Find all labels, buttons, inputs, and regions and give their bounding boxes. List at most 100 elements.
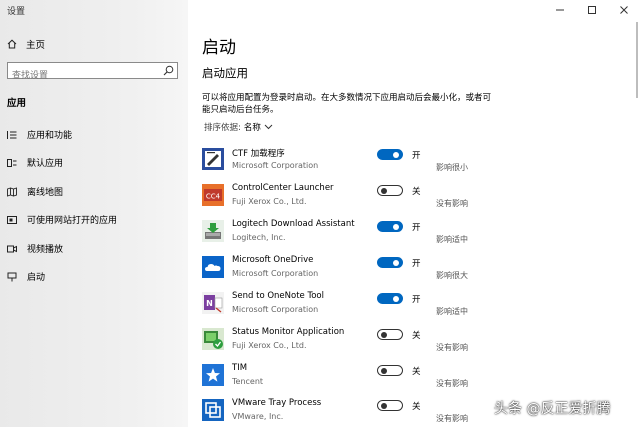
default-apps-icon [7,158,17,167]
section-label-apps: 应用 [7,98,27,109]
startup-toggle[interactable] [377,329,403,340]
app-row: CTF 加载程序 Microsoft Corporation 开 影响很小 [202,146,492,180]
chevron-down-icon [264,124,273,130]
toggle-knob [393,151,399,158]
sidebar-item-label: 启动 [27,273,46,283]
startup-impact: 影响很大 [436,271,468,280]
window-title: 设置 [7,7,26,17]
toggle-knob [393,295,399,302]
sort-label: 排序依据: [204,123,241,133]
toggle-state-label: 关 [412,402,421,412]
sidebar-item-label: 视频播放 [27,245,64,255]
window-controls [544,0,640,20]
sort-value: 名称 [243,123,261,133]
sidebar: 设置 主页 应用 应用和功能 默认应用 离线地图 可使用网站打开的应用 视频播放… [0,0,188,427]
minimize-button[interactable] [544,0,576,20]
app-row: VMware Tray Process VMware, Inc. 关 没有影响 [202,397,492,431]
app-row: Status Monitor Application Fuji Xerox Co… [202,326,492,360]
app-publisher: VMware, Inc. [232,412,284,421]
app-row: Logitech Download Assistant Logitech, In… [202,218,492,252]
sidebar-item-offline-maps[interactable]: 离线地图 [7,185,63,198]
onedrive-cloud-icon [202,256,224,278]
search-box[interactable] [7,62,178,84]
svg-text:CC4: CC4 [206,193,221,201]
svg-text:N: N [206,299,213,308]
apps-list-icon [7,130,17,139]
startup-impact: 没有影响 [436,379,468,388]
startup-toggle[interactable] [377,365,403,376]
startup-toggle[interactable] [377,185,403,196]
controlcenter-icon: CC4 [202,184,224,206]
close-button[interactable] [608,0,640,20]
startup-impact: 没有影响 [436,414,468,423]
startup-impact: 没有影响 [436,343,468,352]
sidebar-item-label: 离线地图 [27,188,64,198]
app-name: Microsoft OneDrive [232,255,314,265]
app-name: Status Monitor Application [232,327,345,337]
app-name: CTF 加载程序 [232,149,285,159]
toggle-state-label: 开 [412,295,421,305]
app-name: ControlCenter Launcher [232,183,334,193]
sidebar-item-label: 默认应用 [27,159,64,169]
startup-impact: 影响适中 [436,307,468,316]
app-row: Microsoft OneDrive Microsoft Corporation… [202,254,492,288]
app-publisher: Microsoft Corporation [232,269,319,278]
startup-impact: 影响很小 [436,163,468,172]
sort-dropdown[interactable]: 排序依据: 名称 [204,121,273,133]
sidebar-item-apps-features[interactable]: 应用和功能 [7,128,72,141]
app-name: VMware Tray Process [232,398,322,408]
startup-toggle[interactable] [377,400,403,411]
watermark: 头条 @反正爱折腾 [494,401,611,417]
app-name: Logitech Download Assistant [232,219,355,229]
app-publisher: Fuji Xerox Co., Ltd. [232,197,307,206]
sidebar-item-video-playback[interactable]: 视频播放 [7,242,63,255]
toggle-knob [381,187,387,194]
app-publisher: Fuji Xerox Co., Ltd. [232,341,307,350]
sidebar-item-label: 应用和功能 [27,131,73,141]
toggle-state-label: 关 [412,187,421,197]
app-name: TIM [232,363,248,373]
website-apps-icon [7,215,17,224]
scrollbar[interactable] [636,22,638,98]
ctf-loader-icon [202,148,224,170]
minimize-icon [556,9,564,11]
maximize-icon [588,6,596,14]
onenote-icon: N [202,292,224,314]
map-icon [7,186,17,197]
toggle-knob [381,331,387,338]
tim-star-icon [202,364,224,386]
sidebar-item-default-apps[interactable]: 默认应用 [7,156,63,169]
logitech-download-icon [202,220,224,242]
app-publisher: Microsoft Corporation [232,161,319,170]
sidebar-item-label: 可使用网站打开的应用 [27,216,118,226]
status-monitor-icon [202,328,224,350]
section-title: 启动应用 [202,66,248,80]
app-row: CC4 ControlCenter Launcher Fuji Xerox Co… [202,182,492,216]
app-publisher: Tencent [232,377,264,386]
startup-toggle[interactable] [377,257,403,268]
video-icon [7,245,17,252]
home-label: 主页 [26,40,46,51]
startup-impact: 没有影响 [436,199,468,208]
toggle-state-label: 开 [412,223,421,233]
maximize-button[interactable] [576,0,608,20]
home-icon [7,39,17,49]
toggle-knob [393,259,399,266]
startup-toggle[interactable] [377,149,403,160]
sidebar-item-startup[interactable]: 启动 [7,270,45,283]
app-row: N Send to OneNote Tool Microsoft Corpora… [202,290,492,324]
toggle-state-label: 开 [412,259,421,269]
startup-toggle[interactable] [377,293,403,304]
toggle-state-label: 关 [412,331,421,341]
home-nav-item[interactable]: 主页 [7,37,45,51]
startup-icon [7,272,17,281]
toggle-knob [381,402,387,409]
toggle-knob [381,367,387,374]
sidebar-item-website-apps[interactable]: 可使用网站打开的应用 [7,213,117,226]
toggle-state-label: 关 [412,367,421,377]
description-text: 可以将应用配置为登录时启动。在大多数情况下应用启动后会最小化，或者可能只启动后台… [202,93,492,115]
toggle-knob [393,223,399,230]
startup-toggle[interactable] [377,221,403,232]
search-icon[interactable] [163,65,174,76]
search-input[interactable] [8,68,162,84]
